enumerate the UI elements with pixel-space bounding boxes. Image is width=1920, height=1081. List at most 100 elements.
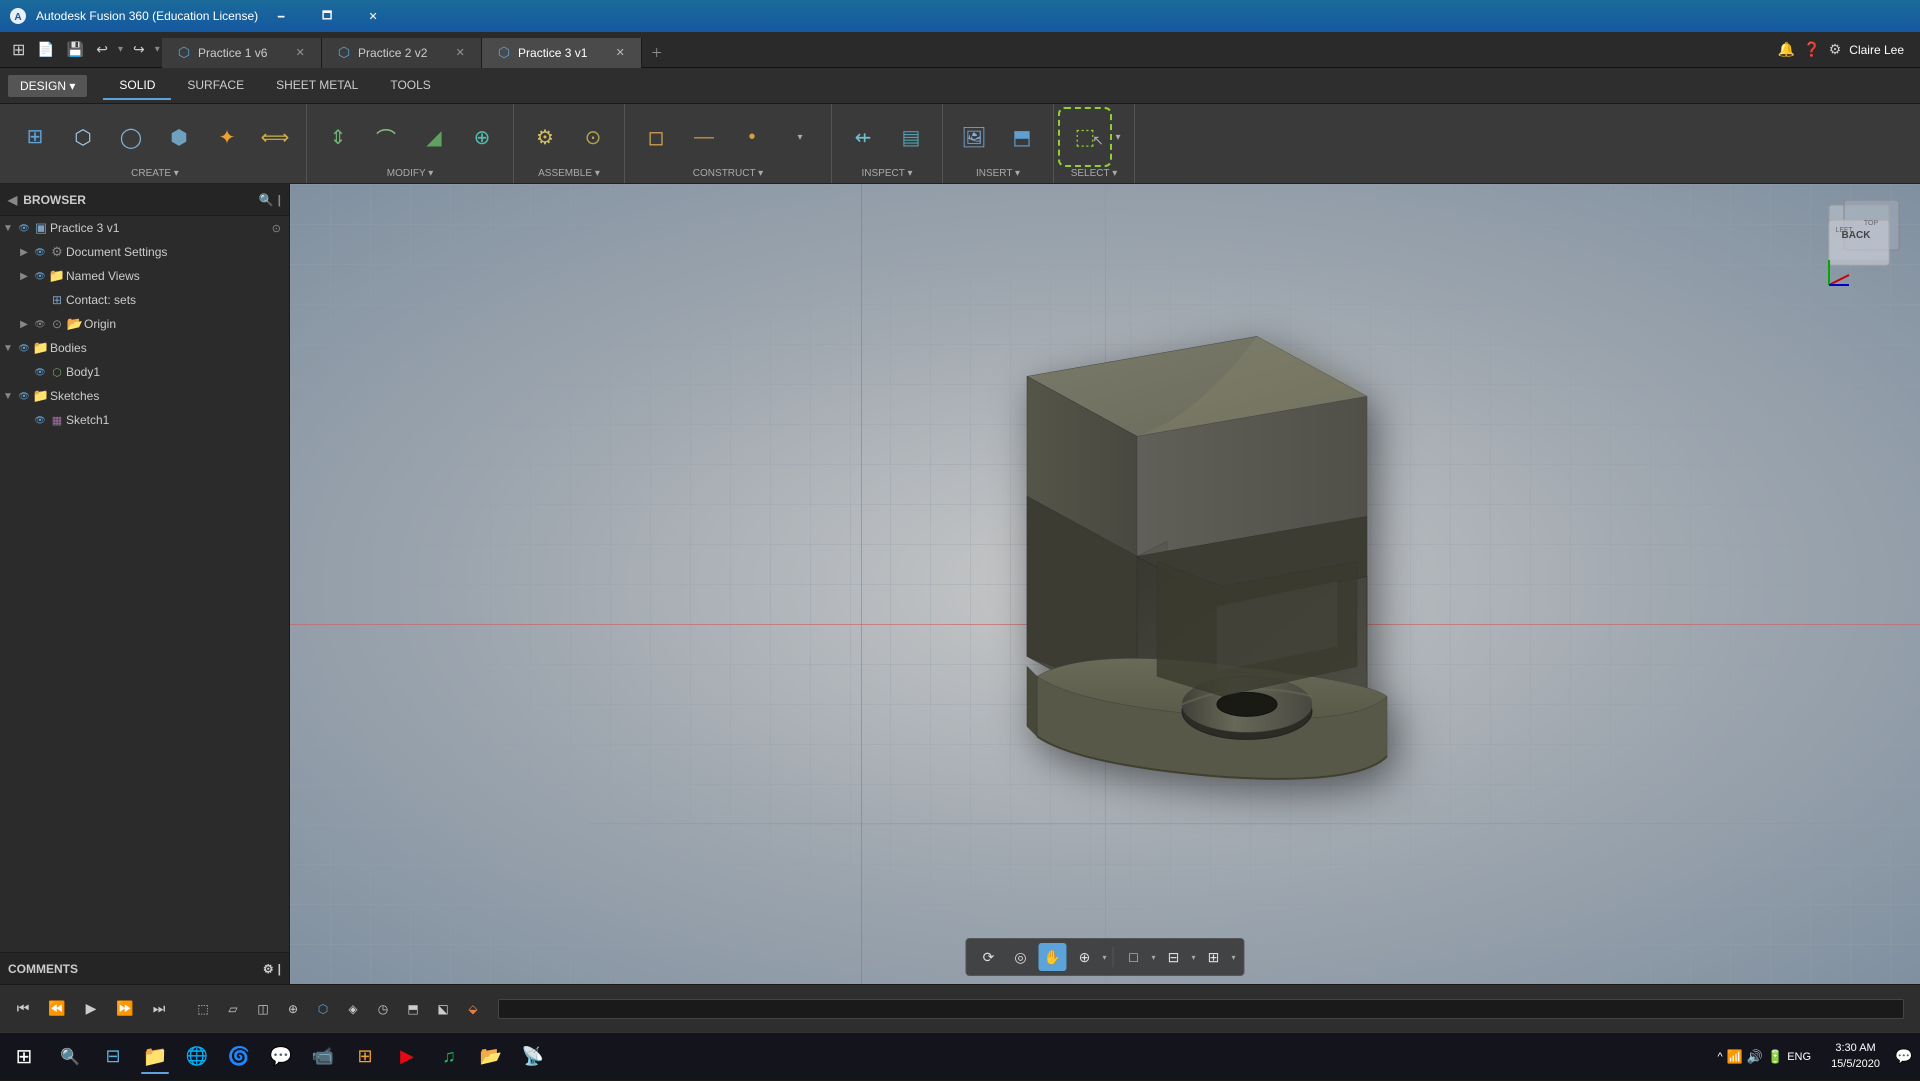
minimize-button[interactable]: 🗕 xyxy=(258,0,304,32)
pan-button[interactable]: ✋ xyxy=(1038,943,1066,971)
tab-tools[interactable]: TOOLS xyxy=(374,72,446,100)
select-group-label[interactable]: SELECT xyxy=(1071,168,1118,179)
doc-settings-expand-icon[interactable]: ▶ xyxy=(16,247,32,258)
origin-expand-icon[interactable]: ▶ xyxy=(16,319,32,330)
tab-sheet-metal[interactable]: SHEET METAL xyxy=(260,72,374,100)
tab-close-practice1[interactable]: ✕ xyxy=(296,46,305,59)
clock[interactable]: 3:30 AM 15/5/2020 xyxy=(1823,1041,1888,1072)
taskbar-search-button[interactable]: 🔍 xyxy=(52,1039,88,1075)
taskbar-app-folder[interactable]: 📂 xyxy=(470,1036,512,1078)
origin-vis-icon[interactable]: 👁 xyxy=(32,319,48,330)
anim-tool-1[interactable]: ⬚ xyxy=(190,996,216,1022)
taskbar-app-discord[interactable]: 💬 xyxy=(260,1036,302,1078)
tab-practice3[interactable]: ⬡ Practice 3 v1 ✕ xyxy=(482,38,642,68)
grid-icon[interactable]: ⊞ xyxy=(8,36,29,64)
browser-pin-icon[interactable]: | xyxy=(278,193,281,207)
tab-practice2[interactable]: ⬡ Practice 2 v2 ✕ xyxy=(322,38,482,68)
snap-button[interactable]: ⊞ xyxy=(1200,943,1228,971)
anim-next-button[interactable]: ⏩ xyxy=(110,994,140,1024)
tray-volume-icon[interactable]: 🔊 xyxy=(1747,1049,1763,1065)
snap-caret[interactable]: ▾ xyxy=(1232,953,1236,962)
taskbar-app-zoom[interactable]: 📹 xyxy=(302,1036,344,1078)
anim-tool-3[interactable]: ◫ xyxy=(250,996,276,1022)
taskbar-app-chrome[interactable]: 🌀 xyxy=(218,1036,260,1078)
assemble-joint-button[interactable]: ⚙ xyxy=(522,111,568,163)
tab-surface[interactable]: SURFACE xyxy=(171,72,260,100)
anim-tool-5[interactable]: ⬡ xyxy=(310,996,336,1022)
tab-close-practice2[interactable]: ✕ xyxy=(456,46,465,59)
root-vis-icon[interactable]: 👁 xyxy=(16,223,32,234)
redo-caret-icon[interactable]: ▾ xyxy=(153,42,162,57)
taskbar-app-streamlabs[interactable]: 📡 xyxy=(512,1036,554,1078)
save-icon[interactable]: 💾 xyxy=(63,37,88,62)
taskbar-app-windows[interactable]: ⊞ xyxy=(344,1036,386,1078)
anim-prev-button[interactable]: ⏪ xyxy=(42,994,72,1024)
close-button[interactable]: ✕ xyxy=(350,0,396,32)
tray-network-icon[interactable]: 📶 xyxy=(1727,1049,1743,1065)
bodies-vis-icon[interactable]: 👁 xyxy=(16,343,32,354)
inspect-group-label[interactable]: INSPECT xyxy=(862,168,913,179)
sidebar-collapse-button[interactable]: ◀ xyxy=(8,193,17,207)
construct-group-label[interactable]: CONSTRUCT xyxy=(693,168,763,179)
tab-close-practice3[interactable]: ✕ xyxy=(616,46,625,59)
body1-vis-icon[interactable]: 👁 xyxy=(32,367,48,378)
tray-battery-icon[interactable]: 🔋 xyxy=(1767,1049,1783,1065)
undo-icon[interactable]: ↩ xyxy=(92,37,112,62)
grid-caret[interactable]: ▾ xyxy=(1192,953,1196,962)
sketches-vis-icon[interactable]: 👁 xyxy=(16,391,32,402)
anim-play-button[interactable]: ▶ xyxy=(76,994,106,1024)
anim-tool-2[interactable]: ▱ xyxy=(220,996,246,1022)
display-mode-button[interactable]: □ xyxy=(1119,943,1147,971)
modify-press-pull-button[interactable]: ⇕ xyxy=(315,111,361,163)
taskbar-task-view[interactable]: ⊟ xyxy=(92,1036,134,1078)
browser-search-icon[interactable]: 🔍 xyxy=(259,193,274,207)
animation-timeline[interactable] xyxy=(498,999,1904,1019)
root-settings-icon[interactable]: ⊙ xyxy=(272,222,281,235)
display-caret[interactable]: ▾ xyxy=(1151,953,1155,962)
tree-item-bodies[interactable]: ▼ 👁 📁 Bodies xyxy=(0,336,289,360)
tab-add-button[interactable]: ＋ xyxy=(642,38,672,68)
construct-plane-button[interactable]: ◻ xyxy=(633,111,679,163)
named-views-vis-icon[interactable]: 👁 xyxy=(32,271,48,282)
insert-canvas-button[interactable]: 🖼 xyxy=(951,111,997,163)
file-icon[interactable]: 📄 xyxy=(33,37,58,62)
construct-axis-button[interactable]: — xyxy=(681,111,727,163)
anim-tool-8[interactable]: ⬒ xyxy=(400,996,426,1022)
bodies-expand-icon[interactable]: ▼ xyxy=(0,343,16,354)
taskbar-app-spotify[interactable]: ♫ xyxy=(428,1036,470,1078)
construct-caret-button[interactable]: ▾ xyxy=(777,111,823,163)
tray-language[interactable]: ENG xyxy=(1787,1051,1811,1063)
modify-chamfer-button[interactable]: ◢ xyxy=(411,111,457,163)
viewport[interactable]: BACK TOP LEFT ⟳ ◎ ✋ ⊕ ▾ □ ▾ ⊟ ▾ ⊞ ▾ xyxy=(290,184,1920,984)
inspect-measure-button[interactable]: ⇷ xyxy=(840,111,886,163)
anim-first-button[interactable]: ⏮ xyxy=(8,994,38,1024)
help-icon[interactable]: ❓ xyxy=(1803,41,1820,58)
taskbar-app-edge[interactable]: 🌐 xyxy=(176,1036,218,1078)
tree-item-sketches[interactable]: ▼ 👁 📁 Sketches xyxy=(0,384,289,408)
insert-decal-button[interactable]: ⬒ xyxy=(999,111,1045,163)
notification-center-button[interactable]: 💬 xyxy=(1888,1033,1920,1081)
create-loft-button[interactable]: ⬢ xyxy=(156,111,202,163)
design-dropdown-button[interactable]: DESIGN ▾ xyxy=(8,75,87,97)
anim-tool-4[interactable]: ⊕ xyxy=(280,996,306,1022)
tree-item-named-views[interactable]: ▶ 👁 📁 Named Views xyxy=(0,264,289,288)
zoom-caret[interactable]: ▾ xyxy=(1102,953,1106,962)
tree-item-contact-sets[interactable]: ▶ 👁 ⊞ Contact: sets xyxy=(0,288,289,312)
tab-practice1[interactable]: ⬡ Practice 1 v6 ✕ xyxy=(162,38,322,68)
tree-item-body1[interactable]: ▶ 👁 ⬡ Body1 xyxy=(0,360,289,384)
sketches-expand-icon[interactable]: ▼ xyxy=(0,391,16,402)
settings-icon[interactable]: ⚙ xyxy=(1829,41,1842,58)
modify-move-button[interactable]: ⊕ xyxy=(459,111,505,163)
anim-last-button[interactable]: ⏭ xyxy=(144,994,174,1024)
anim-tool-9[interactable]: ⬕ xyxy=(430,996,456,1022)
notifications-icon[interactable]: 🔔 xyxy=(1778,41,1795,58)
nav-cube[interactable]: BACK TOP LEFT xyxy=(1824,200,1904,280)
anim-tool-6[interactable]: ◈ xyxy=(340,996,366,1022)
tree-root[interactable]: ▼ 👁 ▣ Practice 3 v1 ⊙ xyxy=(0,216,289,240)
tree-item-sketch1[interactable]: ▶ 👁 ▦ Sketch1 xyxy=(0,408,289,432)
create-more-button[interactable]: ✦ xyxy=(204,111,250,163)
modify-fillet-button[interactable]: ⌒ xyxy=(363,111,409,163)
construct-point-button[interactable]: • xyxy=(729,111,775,163)
look-at-button[interactable]: ◎ xyxy=(1006,943,1034,971)
anim-tool-10[interactable]: ⬙ xyxy=(460,996,486,1022)
